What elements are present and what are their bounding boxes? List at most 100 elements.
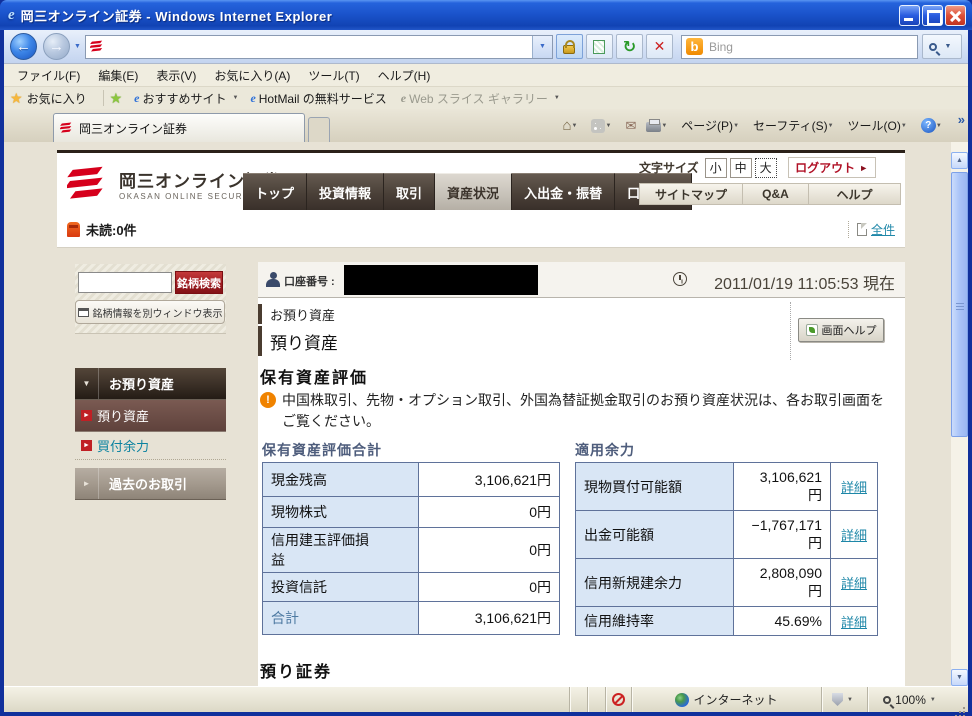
read-mail-button[interactable]: ✉ (620, 114, 641, 138)
vertical-scrollbar[interactable]: ▲ ▼ (951, 142, 968, 686)
detail-link[interactable]: 詳細 (841, 480, 867, 495)
fav-hotmail[interactable]: HotMail の無料サービス (259, 90, 387, 107)
table-row-total: 合計3,106,621円 (263, 602, 560, 635)
compatibility-view-button[interactable] (586, 34, 613, 59)
section-title: 保有資産評価 (260, 364, 368, 388)
maximize-button[interactable] (922, 5, 943, 26)
stop-button[interactable]: ✕ (646, 34, 673, 59)
triangle-right-icon: ► (81, 410, 92, 421)
tools-menu-button[interactable]: ツール(O)▼ (843, 114, 916, 138)
menu-help[interactable]: ヘルプ(H) (369, 65, 440, 86)
sidebar-section-assets[interactable]: ▼ お預り資産 (75, 368, 226, 400)
resize-grip[interactable] (955, 687, 968, 712)
address-dropdown-icon[interactable]: ▼ (532, 36, 552, 58)
compatibility-icon (593, 40, 605, 54)
row-value: 0円 (419, 573, 560, 602)
search-placeholder[interactable]: Bing (709, 40, 733, 54)
nav-invest-info[interactable]: 投資情報 (307, 173, 384, 210)
table-row: 現物株式0円 (263, 497, 560, 528)
nav-asset-status[interactable]: 資産状況 (435, 173, 512, 210)
smartscreen-cell[interactable]: ▼ (821, 687, 867, 712)
status-bar: インターネット ▼ 100% ▼ (4, 686, 968, 712)
menu-file[interactable]: ファイル(F) (8, 65, 89, 86)
back-button[interactable]: ← (10, 33, 37, 60)
refresh-button[interactable]: ↻ (616, 34, 643, 59)
safety-menu-button[interactable]: セーフティ(S)▼ (748, 114, 843, 138)
more-commands-chevron[interactable]: » (955, 112, 968, 127)
screen-help-button[interactable]: 画面ヘルプ (798, 318, 884, 342)
row-label: 現物株式 (263, 497, 419, 528)
popup-blocker-cell[interactable] (605, 687, 631, 712)
timestamp: 2011/01/19 11:05:53 現在 (714, 270, 895, 294)
nav-deposit-transfer[interactable]: 入出金・振替 (512, 173, 615, 210)
menu-tools[interactable]: ツール(T) (299, 65, 368, 86)
nav-trade[interactable]: 取引 (384, 173, 435, 210)
zoom-cell[interactable]: 100% ▼ (867, 687, 955, 712)
detail-link[interactable]: 詳細 (841, 615, 867, 630)
forward-button[interactable]: → (43, 33, 70, 60)
qa-button[interactable]: Q&A (743, 183, 809, 205)
add-favorite-icon[interactable]: ★ (110, 90, 123, 107)
tools-menu-label: ツール(O) (848, 117, 901, 134)
scroll-down-button[interactable]: ▼ (951, 669, 968, 686)
logout-button[interactable]: ログアウト ► (788, 157, 876, 178)
page-menu-button[interactable]: ページ(P)▼ (676, 114, 748, 138)
valuation-table-title: 保有資産評価合計 (262, 440, 382, 460)
sidebar-item-deposit-assets[interactable]: ► 預り資産 (75, 400, 226, 432)
sitemap-button[interactable]: サイトマップ (639, 183, 743, 205)
font-size-large-button[interactable]: 大 (755, 158, 777, 178)
fav-web-slice[interactable]: Web スライス ギャラリー (409, 90, 548, 107)
all-messages-link[interactable]: 全件 (871, 221, 895, 238)
search-box[interactable]: b Bing (681, 35, 918, 59)
print-button[interactable]: ▼ (641, 114, 676, 138)
row-label: 信用維持率 (576, 607, 734, 636)
security-lock-button[interactable] (556, 34, 583, 59)
sidebar-item-buying-power[interactable]: ► 買付余力 (75, 432, 226, 460)
table-row: 信用維持率45.69%詳細 (576, 607, 878, 636)
menu-favorites[interactable]: お気に入り(A) (205, 65, 299, 86)
security-zone-cell[interactable]: インターネット (631, 687, 821, 712)
font-size-medium-button[interactable]: 中 (730, 158, 752, 178)
nav-top[interactable]: トップ (243, 173, 307, 210)
font-size-small-button[interactable]: 小 (705, 158, 727, 178)
title-bar: e 岡三オンライン証券 - Windows Internet Explorer (0, 0, 972, 30)
sidebar-section-history[interactable]: ► 過去のお取引 (75, 468, 226, 500)
search-go-button[interactable]: ▼ (922, 34, 962, 59)
okasan-favicon (60, 122, 74, 134)
minimize-button[interactable] (899, 5, 920, 26)
favorites-button[interactable]: お気に入り (27, 90, 87, 107)
feeds-button[interactable]: ▼ (586, 114, 620, 138)
address-bar[interactable]: ▼ (85, 35, 553, 59)
scrollbar-thumb[interactable] (951, 172, 968, 437)
stock-search-widget: 銘柄検索 銘柄情報を別ウィンドウ表示 (75, 264, 226, 334)
ie-logo-icon: e (8, 7, 15, 24)
menu-edit[interactable]: 編集(E) (89, 65, 147, 86)
message-notice-row: 未読:0件 全件 (57, 212, 905, 248)
search-dropdown-icon[interactable]: ▼ (945, 43, 952, 50)
chevron-down-icon: ▼ (828, 123, 834, 129)
detail-link[interactable]: 詳細 (841, 528, 867, 543)
history-dropdown-icon[interactable]: ▼ (74, 43, 81, 50)
chevron-down-icon: ▼ (661, 123, 667, 129)
tab-title: 岡三オンライン証券 (79, 120, 187, 137)
stock-search-button[interactable]: 銘柄検索 (175, 271, 223, 294)
row-value: 0円 (419, 497, 560, 528)
home-button[interactable]: ⌂▼ (557, 114, 586, 138)
warning-note: ! 中国株取引、先物・オプション取引、外国為替証拠金取引のお預り資産状況は、各お… (260, 390, 890, 432)
tab-okasan[interactable]: 岡三オンライン証券 (53, 113, 305, 142)
fav-suggested-sites[interactable]: おすすめサイト (142, 90, 226, 107)
stock-search-input[interactable] (78, 272, 172, 293)
logout-arrow-icon: ► (859, 163, 868, 173)
close-button[interactable] (945, 5, 966, 26)
menu-view[interactable]: 表示(V) (147, 65, 205, 86)
help-menu-button[interactable]: ?▼ (916, 114, 951, 138)
divider (790, 302, 791, 360)
scroll-up-button[interactable]: ▲ (951, 152, 968, 169)
row-value: 0円 (419, 528, 560, 573)
help-button[interactable]: ヘルプ (809, 183, 901, 205)
stock-info-popup-button[interactable]: 銘柄情報を別ウィンドウ表示 (75, 300, 225, 324)
detail-link[interactable]: 詳細 (841, 576, 867, 591)
search-icon (929, 43, 937, 51)
chevron-down-icon: ▼ (930, 697, 936, 703)
table-row: 現物買付可能額3,106,621 円詳細 (576, 463, 878, 511)
